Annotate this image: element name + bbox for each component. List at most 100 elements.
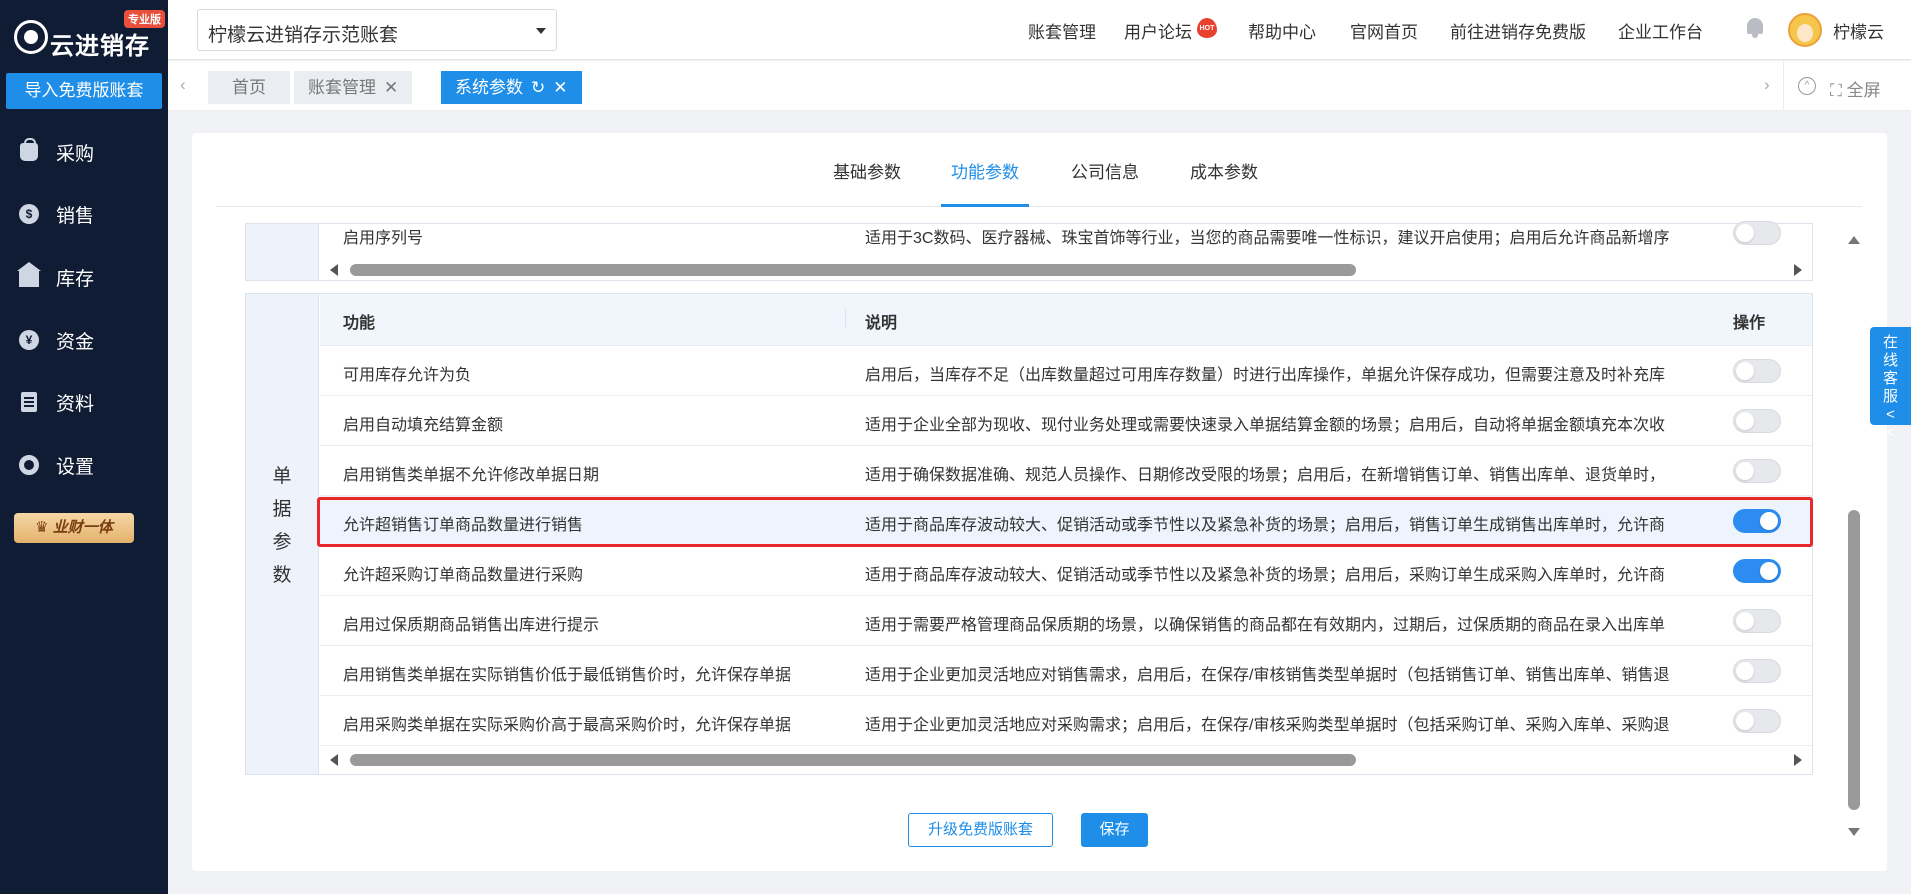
tab-scroll-left-icon[interactable]: ‹ [180,75,186,95]
fullscreen-button[interactable]: ⛶ 全屏 [1830,76,1881,101]
feature-toggle[interactable] [1733,709,1781,733]
feature-toggle[interactable] [1733,459,1781,483]
group-label-column: 单据参数 [246,294,319,774]
sidebar-item-data[interactable]: 资料 [0,377,168,427]
scrollbar-thumb[interactable] [1848,510,1860,810]
feature-desc: 适用于商品库存波动较大、促销活动或季节性以及紧急补货的场景；启用后，采购订单生成… [865,567,1666,584]
yen-coin-icon: ¥ [18,329,40,351]
feature-name: 启用过保质期商品销售出库进行提示 [343,617,600,634]
tab-company-info[interactable]: 公司信息 [1071,163,1139,207]
table-row: 允许超采购订单商品数量进行采购 适用于商品库存波动较大、促销活动或季节性以及紧急… [320,546,1812,596]
document-icon [18,391,40,413]
prev-param-group: 启用序列号 适用于3C数码、医疗器械、珠宝首饰等行业，当您的商品需要唯一性标识，… [245,221,1813,281]
tab-label: 账套管理 [308,78,376,97]
online-service-button[interactable]: 在线客服<< [1870,327,1911,441]
nav-enterprise-workbench[interactable]: 企业工作台 [1618,18,1703,43]
sidebar-item-purchase[interactable]: 采购 [0,127,168,177]
logo-text: 云进销存 [50,32,150,60]
refresh-icon[interactable]: ↻ [531,78,545,97]
table-row: 启用过保质期商品销售出库进行提示 适用于需要严格管理商品保质期的场景，以确保销售… [320,596,1812,646]
sidebar: 云进销存 专业版 导入免费版账套 采购 $ 销售 库存 ¥ 资金 资料 设置 ♛… [0,0,168,894]
feature-toggle[interactable] [1733,359,1781,383]
sidebar-item-label: 资料 [56,393,95,415]
scrollbar-thumb[interactable] [350,754,1356,766]
feature-toggle[interactable] [1733,559,1781,583]
feature-desc: 适用于企业全部为现收、现付业务处理或需要快速录入单据结算金额的场景；启用后，自动… [865,417,1666,434]
edition-badge: 专业版 [124,10,165,28]
sidebar-item-label: 设置 [56,456,95,478]
tab-label: 首页 [232,78,266,97]
nav-help-center[interactable]: 帮助中心 [1248,18,1316,43]
nav-account-management[interactable]: 账套管理 [1028,18,1096,43]
hot-badge-icon: HOT [1197,18,1217,38]
caret-down-icon [536,28,546,34]
top-header: 柠檬云进销存示范账套 账套管理 用户论坛 HOT 帮助中心 官网首页 前往进销存… [168,0,1911,60]
promo-badge-label: 业财一体 [52,519,113,536]
scroll-left-icon[interactable] [330,754,338,766]
feature-name: 可用库存允许为负 [343,367,472,384]
scroll-up-icon[interactable] [1848,236,1860,244]
sidebar-item-sales[interactable]: $ 销售 [0,189,168,239]
close-icon[interactable]: ✕ [553,78,567,97]
promo-badge[interactable]: ♛ 业财一体 [14,513,134,543]
sidebar-item-settings[interactable]: 设置 [0,440,168,490]
bell-icon[interactable] [1745,16,1765,38]
highlight-box [317,497,1813,547]
tab-cost-params[interactable]: 成本参数 [1190,163,1258,207]
scroll-right-icon[interactable] [1794,264,1802,276]
account-select[interactable]: 柠檬云进销存示范账套 [197,9,557,51]
vertical-scrollbar[interactable] [1844,234,1864,838]
feature-toggle[interactable] [1733,221,1781,245]
feature-desc: 适用于企业更加灵活地应对采购需求；启用后，在保存/审核采购类型单据时（包括采购订… [865,717,1670,734]
sidebar-item-label: 资金 [56,331,95,353]
tab-scroll-right-icon[interactable]: › [1764,75,1770,95]
tab-home[interactable]: 首页 [208,71,290,104]
nav-free-version[interactable]: 前往进销存免费版 [1450,18,1586,43]
table-row: 启用序列号 适用于3C数码、医疗器械、珠宝首饰等行业，当您的商品需要唯一性标识，… [320,221,1812,258]
scroll-left-icon[interactable] [330,264,338,276]
scroll-down-icon[interactable] [1848,828,1860,836]
feature-desc: 适用于企业更加灵活地应对销售需求，启用后，在保存/审核销售类型单据时（包括销售订… [865,667,1670,684]
nav-user-forum-label: 用户论坛 [1124,23,1192,42]
account-select-value: 柠檬云进销存示范账套 [208,25,399,46]
sidebar-item-label: 销售 [56,205,95,227]
tab-account-management[interactable]: 账套管理 ✕ [294,71,413,104]
upgrade-free-account-button[interactable]: 升级免费版账套 [908,813,1053,847]
table-row: 启用销售类单据在实际销售价低于最低销售价时，允许保存单据 适用于企业更加灵活地应… [320,646,1812,696]
save-button[interactable]: 保存 [1081,813,1148,847]
header-feature: 功能 [343,315,376,332]
sidebar-item-funds[interactable]: ¥ 资金 [0,315,168,365]
online-service-label: 在线客服<< [1882,334,1898,441]
logo-icon [14,20,48,54]
feature-toggle[interactable] [1733,659,1781,683]
header-desc: 说明 [865,315,898,332]
feature-toggle[interactable] [1733,409,1781,433]
close-icon[interactable]: ✕ [384,78,398,97]
tab-bar: ‹ 首页 账套管理 ✕ 系统参数 ↻ ✕ › ^ ⛶ 全屏 [168,61,1911,111]
username[interactable]: 柠檬云 [1833,18,1884,43]
feature-desc: 适用于确保数据准确、规范人员操作、日期修改受限的场景；启用后，在新增销售订单、销… [865,467,1666,484]
import-free-account-button[interactable]: 导入免费版账套 [6,73,162,109]
table-row: 启用采购类单据在实际采购价高于最高采购价时，允许保存单据 适用于企业更加灵活地应… [320,696,1812,746]
group-label-column [246,224,319,280]
crown-icon: ♛ [35,519,49,536]
tab-function-params[interactable]: 功能参数 [941,163,1029,207]
logo[interactable]: 云进销存 专业版 [10,10,165,60]
scroll-right-icon[interactable] [1794,754,1802,766]
sub-tabs: 基础参数 功能参数 公司信息 成本参数 [216,163,1862,207]
avatar[interactable] [1788,13,1822,47]
table-header: 功能 说明 操作 [320,294,1812,346]
tab-basic-params[interactable]: 基础参数 [833,163,901,207]
feature-name: 启用序列号 [343,230,424,247]
horizontal-scrollbar[interactable] [320,259,1812,281]
tab-system-params[interactable]: 系统参数 ↻ ✕ [441,71,582,104]
table-row: 启用自动填充结算金额 适用于企业全部为现收、现付业务处理或需要快速录入单据结算金… [320,396,1812,446]
sales-tag-icon: $ [18,203,40,225]
nav-user-forum[interactable]: 用户论坛 [1124,18,1192,43]
feature-toggle[interactable] [1733,609,1781,633]
horizontal-scrollbar[interactable] [320,749,1812,771]
sidebar-item-inventory[interactable]: 库存 [0,252,168,302]
nav-official-site[interactable]: 官网首页 [1350,18,1418,43]
scrollbar-thumb[interactable] [350,264,1356,276]
collapse-up-icon[interactable]: ^ [1798,77,1816,95]
